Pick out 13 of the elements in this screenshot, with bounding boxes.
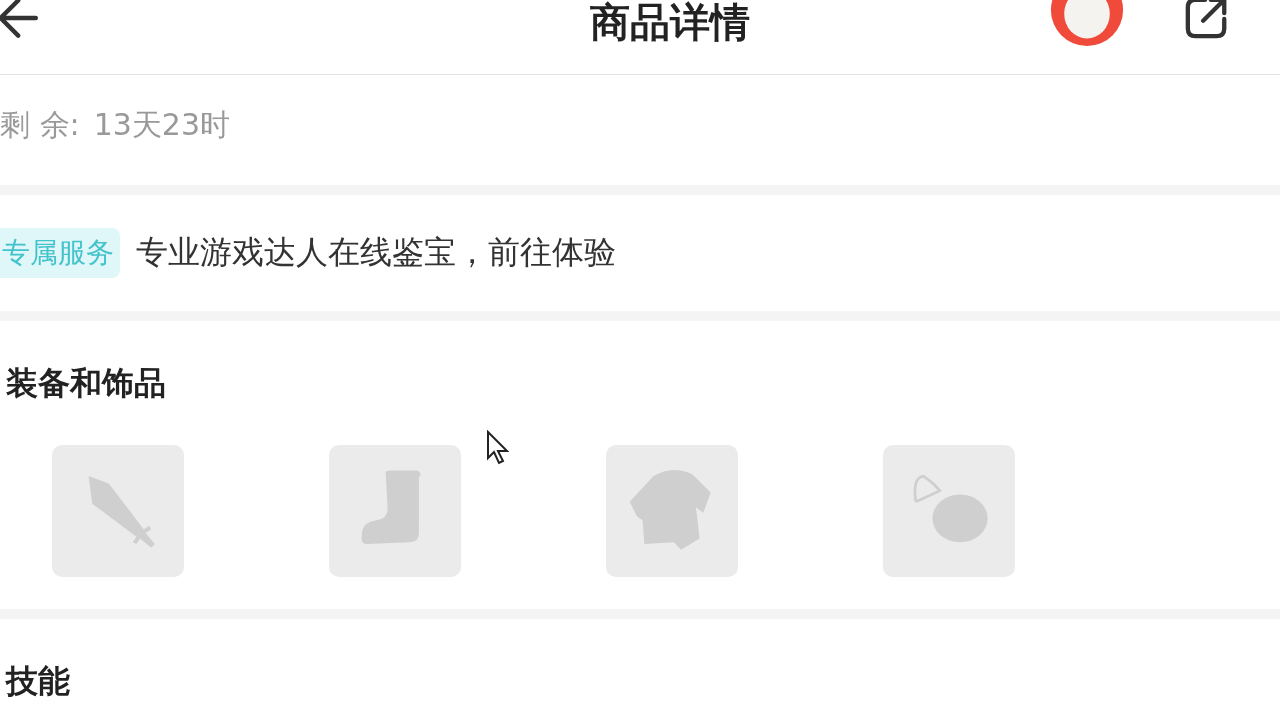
equipment-slot[interactable] <box>606 445 738 577</box>
mouse-cursor-icon <box>486 430 510 466</box>
page-title: 商品详情 <box>590 0 750 47</box>
equipment-slot[interactable] <box>883 445 1015 577</box>
back-icon[interactable] <box>0 0 38 40</box>
section-title: 装备和饰品 <box>5 363 167 404</box>
info-value: 13天23时 <box>93 105 230 144</box>
service-tag: 专属服务 <box>0 228 120 278</box>
equipment-slot[interactable] <box>52 445 184 577</box>
service-link[interactable]: 专业游戏达人在线鉴宝，前往体验 <box>136 231 616 275</box>
info-label: 剩 余: <box>0 105 80 144</box>
equipment-slot[interactable] <box>329 445 461 577</box>
section-title: 技能 <box>4 661 71 702</box>
